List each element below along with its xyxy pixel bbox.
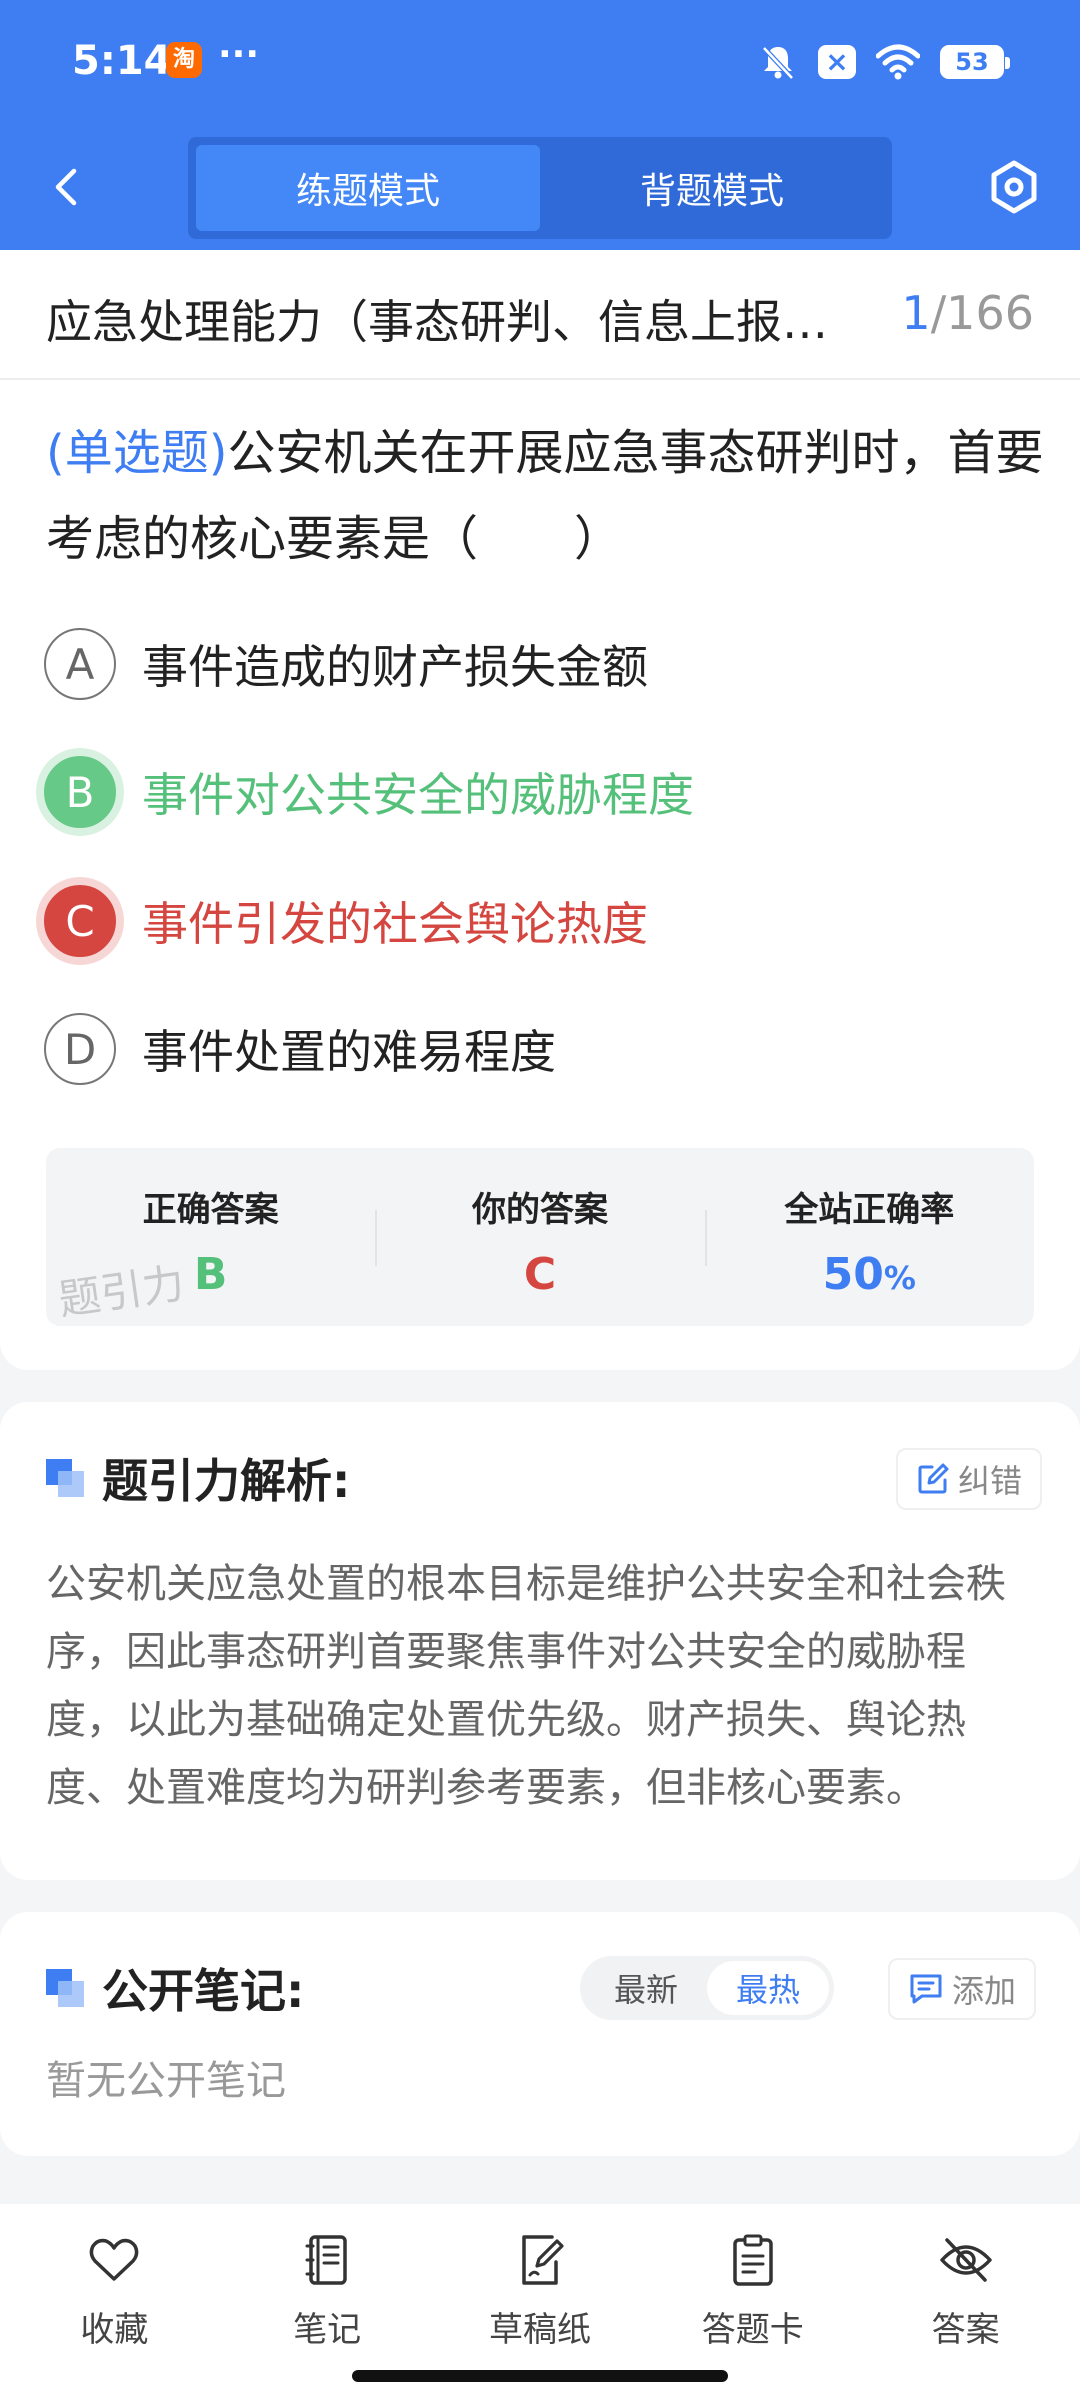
question-type-tag: (单选题) (46, 425, 228, 481)
notes-empty-text: 暂无公开笔记 (46, 2058, 286, 2104)
your-answer-column: 你的答案 C (375, 1148, 704, 1326)
add-note-button[interactable]: 添加 (888, 1958, 1037, 2020)
option-letter-badge: A (44, 628, 116, 700)
sort-latest[interactable]: 最新 (585, 1961, 707, 2015)
public-notes-card: 公开笔记: 最新 最热 添加 暂无公开笔记 (0, 1912, 1080, 2156)
eye-off-icon (939, 2238, 992, 2282)
option-letter-badge: D (44, 1013, 116, 1085)
draft-paper-label: 草稿纸 (488, 2310, 591, 2350)
taobao-notification-icon: 淘 (166, 42, 202, 78)
correct-answer-column: 正确答案 B 题引力 (46, 1148, 375, 1326)
tab-memorize-mode[interactable]: 背题模式 (540, 145, 884, 231)
clipboard-icon (733, 2234, 773, 2286)
status-bar: 5:14 淘 ··· × 53 (0, 0, 1080, 125)
question-counter[interactable]: 1/166 (901, 286, 1034, 340)
status-time: 5:14 (72, 38, 172, 84)
notebook-icon (305, 2235, 347, 2285)
report-error-label: 纠错 (958, 1462, 1023, 1500)
back-arrow-icon[interactable] (44, 163, 92, 211)
sort-hottest[interactable]: 最热 (707, 1961, 829, 2015)
hide-answer-label: 答案 (931, 2310, 1000, 2350)
comment-icon (910, 1974, 942, 2004)
add-note-label: 添加 (952, 1972, 1017, 2010)
analysis-card: 题引力解析: 纠错 公安机关应急处置的根本目标是维护公共安全和社会秩序，因此事态… (0, 1402, 1080, 1880)
accuracy-label: 全站正确率 (784, 1190, 955, 1230)
notes-label: 笔记 (293, 2310, 362, 2350)
accuracy-value: 50% (705, 1249, 1034, 1300)
app-header: 5:14 淘 ··· × 53 练题模式 背题模式 (0, 0, 1080, 250)
section-marker-icon (46, 1459, 84, 1497)
option-letter-badge: C (44, 885, 116, 957)
option-text: 事件处置的难易程度 (142, 1025, 556, 1079)
status-icons: × 53 (758, 40, 1010, 84)
total-questions: /166 (930, 286, 1034, 340)
current-question-number: 1 (901, 286, 931, 340)
option-text: 事件造成的财产损失金额 (142, 640, 648, 694)
option-b[interactable]: B 事件对公共安全的威胁程度 (44, 752, 1044, 832)
favorite-label: 收藏 (80, 2310, 149, 2350)
wifi-icon (876, 44, 920, 80)
analysis-text: 公安机关应急处置的根本目标是维护公共安全和社会秩序，因此事态研判首要聚焦事件对公… (46, 1561, 1006, 1811)
accuracy-number: 50 (822, 1249, 884, 1300)
tab-practice-mode[interactable]: 练题模式 (196, 145, 540, 231)
favorite-button[interactable]: 收藏 (8, 2204, 221, 2400)
close-badge-icon: × (818, 45, 856, 79)
answer-sheet-label: 答题卡 (701, 2310, 804, 2350)
correct-answer-label: 正确答案 (142, 1190, 279, 1230)
analysis-header: 题引力解析: (46, 1448, 350, 1508)
report-error-button[interactable]: 纠错 (896, 1448, 1043, 1510)
answer-result-panel: 正确答案 B 题引力 你的答案 C 全站正确率 50% (46, 1148, 1034, 1326)
notes-sort-toggle: 最新 最热 (580, 1956, 834, 2020)
option-text: 事件对公共安全的威胁程度 (142, 768, 694, 822)
option-text: 事件引发的社会舆论热度 (142, 897, 648, 951)
hide-answer-button[interactable]: 答案 (859, 2204, 1072, 2400)
option-c[interactable]: C 事件引发的社会舆论热度 (44, 881, 1044, 961)
home-indicator[interactable] (352, 2370, 728, 2382)
notes-title: 公开笔记: (102, 1964, 305, 2018)
heart-icon (90, 2238, 139, 2281)
question-card: 应急处理能力（事态研判、信息上报… 1/166 (单选题)公安机关在开展应急事态… (0, 250, 1080, 1370)
your-answer-value: C (523, 1249, 557, 1300)
question-header: 应急处理能力（事态研判、信息上报… 1/166 (0, 250, 1080, 380)
option-letter-badge: B (44, 756, 116, 828)
mode-switch: 练题模式 背题模式 (188, 137, 892, 239)
notes-header: 公开笔记: (46, 1958, 304, 2018)
section-marker-icon (46, 1969, 84, 2007)
section-title[interactable]: 应急处理能力（事态研判、信息上报… (46, 286, 886, 352)
your-answer-label: 你的答案 (471, 1190, 608, 1230)
more-notifications-icon: ··· (218, 34, 260, 75)
edit-icon (918, 1463, 949, 1494)
question-stem: (单选题)公安机关在开展应急事态研判时，首要考虑的核心要素是（ ） (46, 410, 1044, 582)
option-d[interactable]: D 事件处置的难易程度 (44, 1009, 1044, 1089)
draft-pen-icon (522, 2235, 564, 2285)
accuracy-unit: % (883, 1259, 916, 1297)
bell-off-icon (762, 46, 794, 80)
settings-hexagon-icon[interactable] (984, 157, 1044, 217)
battery-icon: 53 (940, 45, 1010, 79)
option-a[interactable]: A 事件造成的财产损失金额 (44, 624, 1044, 704)
nav-bar: 练题模式 背题模式 (0, 125, 1080, 250)
accuracy-column: 全站正确率 50% (704, 1148, 1034, 1326)
analysis-title: 题引力解析: (102, 1454, 351, 1508)
